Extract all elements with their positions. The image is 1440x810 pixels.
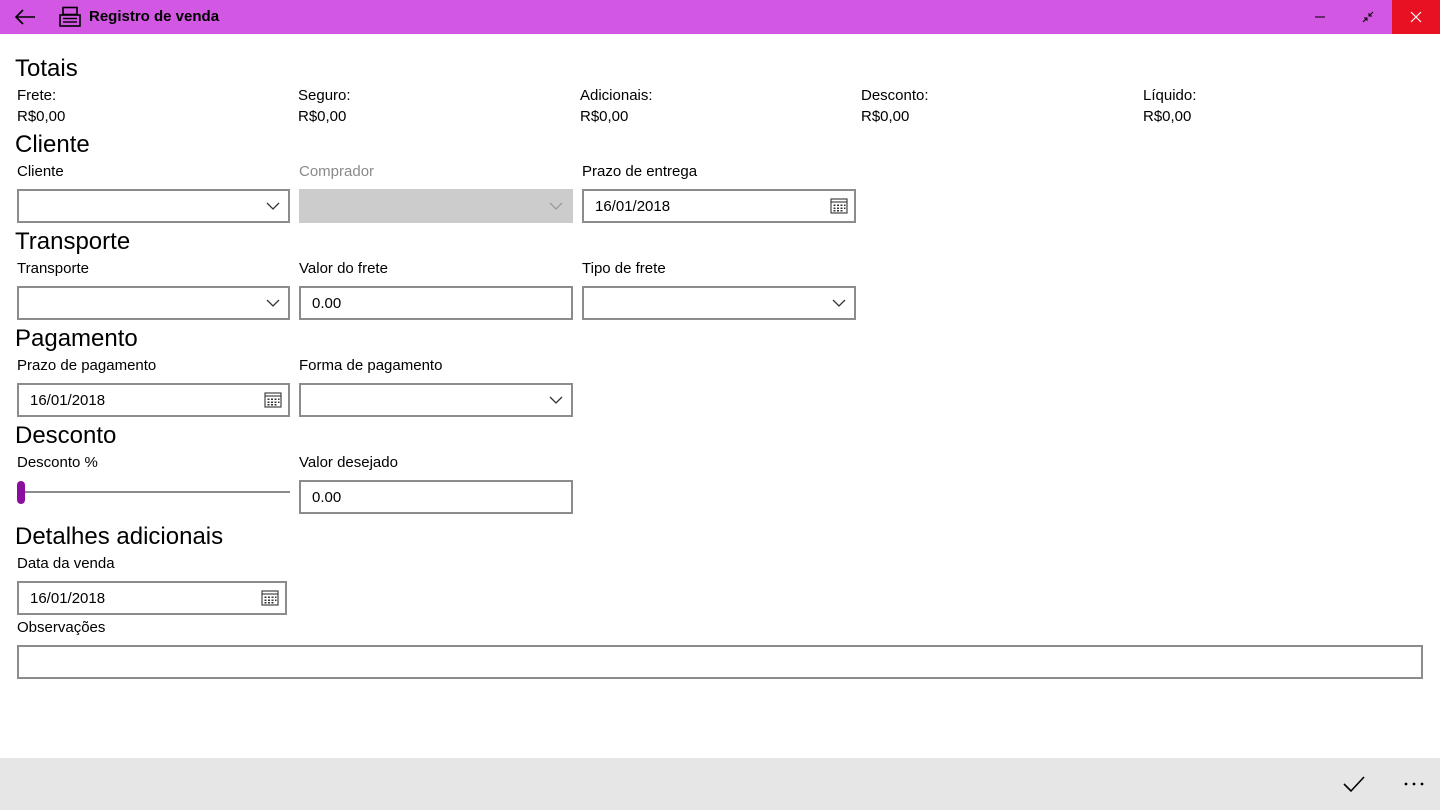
comprador-dropdown <box>299 189 573 223</box>
total-adicionais-value: R$0,00 <box>580 108 629 125</box>
restore-button[interactable] <box>1344 0 1392 34</box>
section-title-totais: Totais <box>15 55 78 82</box>
section-title-detalhes: Detalhes adicionais <box>15 523 224 550</box>
prazo-entrega-date-picker[interactable]: 16/01/2018 <box>582 189 856 223</box>
transporte-dropdown[interactable] <box>17 286 290 320</box>
back-button[interactable] <box>0 0 50 34</box>
section-title-cliente: Cliente <box>15 131 90 158</box>
calendar-icon <box>261 590 279 606</box>
desconto-slider-track[interactable] <box>17 491 290 493</box>
valor-desejado-input[interactable]: 0.00 <box>299 480 573 514</box>
transporte-label: Transporte <box>17 260 89 277</box>
total-liquido-value: R$0,00 <box>1143 108 1192 125</box>
prazo-entrega-label: Prazo de entrega <box>582 163 698 180</box>
section-title-desconto: Desconto <box>15 422 117 449</box>
minimize-icon <box>1315 16 1325 18</box>
close-button[interactable] <box>1392 0 1440 34</box>
section-title-pagamento: Pagamento <box>15 325 138 352</box>
comprador-label: Comprador <box>299 163 375 180</box>
calendar-icon <box>264 392 282 408</box>
desconto-percent-label: Desconto % <box>17 454 98 471</box>
desconto-slider-thumb[interactable] <box>17 481 25 504</box>
section-title-transporte: Transporte <box>15 228 131 255</box>
chevron-down-icon <box>266 202 280 210</box>
total-liquido-label: Líquido: <box>1143 87 1197 104</box>
window-title: Registro de venda <box>89 8 220 25</box>
accept-button[interactable] <box>1324 758 1384 810</box>
tipo-frete-dropdown[interactable] <box>582 286 856 320</box>
cash-register-icon <box>59 6 81 27</box>
restore-icon <box>1362 11 1374 23</box>
prazo-entrega-value: 16/01/2018 <box>595 198 671 215</box>
chevron-down-icon <box>549 202 563 210</box>
valor-desejado-label: Valor desejado <box>299 454 398 471</box>
total-frete-value: R$0,00 <box>17 108 66 125</box>
forma-pagamento-dropdown[interactable] <box>299 383 573 417</box>
prazo-pagamento-label: Prazo de pagamento <box>17 357 157 374</box>
data-venda-label: Data da venda <box>17 555 115 572</box>
prazo-pagamento-value: 16/01/2018 <box>30 392 106 409</box>
valor-frete-label: Valor do frete <box>299 260 388 277</box>
valor-desejado-value: 0.00 <box>312 489 342 506</box>
title-bar: Registro de venda <box>0 0 1440 34</box>
total-frete-label: Frete: <box>17 87 57 104</box>
total-seguro-value: R$0,00 <box>298 108 347 125</box>
minimize-button[interactable] <box>1296 0 1344 34</box>
cliente-label: Cliente <box>17 163 64 180</box>
valor-frete-input[interactable]: 0.00 <box>299 286 573 320</box>
data-venda-value: 16/01/2018 <box>30 590 106 607</box>
checkmark-icon <box>1343 776 1365 793</box>
back-arrow-icon <box>14 9 35 25</box>
tipo-frete-label: Tipo de frete <box>582 260 666 277</box>
data-venda-date-picker[interactable]: 16/01/2018 <box>17 581 287 615</box>
observacoes-label: Observações <box>17 619 106 636</box>
command-bar <box>0 758 1440 810</box>
chevron-down-icon <box>832 299 846 307</box>
total-desconto-value: R$0,00 <box>861 108 910 125</box>
total-seguro-label: Seguro: <box>298 87 351 104</box>
chevron-down-icon <box>549 396 563 404</box>
valor-frete-value: 0.00 <box>312 295 342 312</box>
more-icon <box>1404 782 1424 786</box>
forma-pagamento-label: Forma de pagamento <box>299 357 443 374</box>
calendar-icon <box>830 198 848 214</box>
total-desconto-label: Desconto: <box>861 87 929 104</box>
chevron-down-icon <box>266 299 280 307</box>
more-button[interactable] <box>1384 758 1440 810</box>
close-icon <box>1410 11 1422 23</box>
observacoes-input[interactable] <box>17 645 1423 679</box>
cliente-dropdown[interactable] <box>17 189 290 223</box>
total-adicionais-label: Adicionais: <box>580 87 653 104</box>
prazo-pagamento-date-picker[interactable]: 16/01/2018 <box>17 383 290 417</box>
